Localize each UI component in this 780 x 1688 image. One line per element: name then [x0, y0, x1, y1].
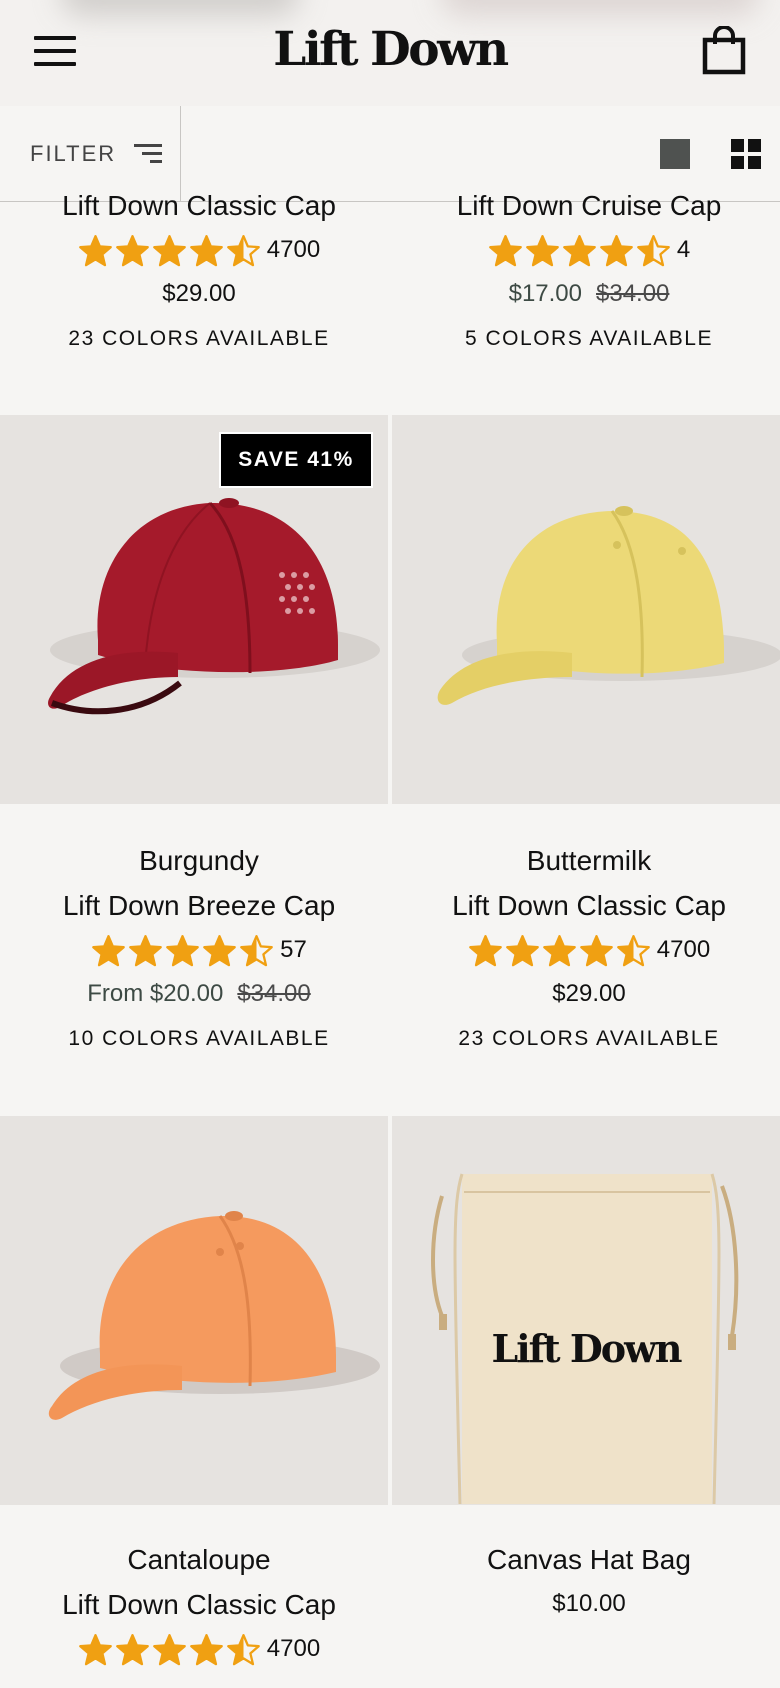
- rating-count: 57: [280, 936, 307, 963]
- product-image-buttermilk-cap[interactable]: [392, 415, 780, 804]
- colors-available: 23 COLORS AVAILABLE: [458, 1027, 720, 1050]
- sale-price: $17.00: [508, 280, 582, 307]
- filter-label: FILTER: [30, 141, 117, 166]
- star-icon: [616, 934, 650, 966]
- product-price: From $20.00 $34.00: [4, 972, 394, 1016]
- star-icon: [189, 1633, 223, 1665]
- rating-stars: [78, 1633, 263, 1666]
- rating-count: 4: [676, 236, 691, 263]
- product-info: Lift Down Classic Cap 4700 $29.00 23 COL…: [4, 183, 394, 362]
- cap-illustration: [48, 1211, 380, 1420]
- product-price: $17.00 $34.00: [394, 272, 780, 316]
- star-icon: [599, 234, 633, 266]
- rating-count: 4700: [266, 236, 321, 263]
- rating-stars: [78, 234, 263, 267]
- cart-bag-icon[interactable]: [700, 25, 748, 76]
- star-icon: [542, 934, 576, 966]
- product-info: Canvas Hat Bag $10.00: [394, 1537, 780, 1626]
- header-blur-decoration: [440, 0, 760, 16]
- star-icon: [166, 934, 199, 966]
- product-price: $29.00: [162, 280, 236, 307]
- bag-illustration: [431, 1173, 739, 1505]
- star-icon: [226, 234, 260, 266]
- product-color-name[interactable]: Buttermilk: [394, 838, 780, 883]
- product-title[interactable]: Lift Down Classic Cap: [394, 883, 780, 928]
- star-icon: [78, 234, 112, 266]
- star-icon: [636, 234, 670, 266]
- product-price: $29.00: [552, 980, 626, 1007]
- star-icon: [129, 934, 162, 966]
- filter-lines-icon: [134, 144, 163, 164]
- star-icon: [189, 234, 223, 266]
- product-info: Cantaloupe Lift Down Classic Cap 4700: [4, 1537, 394, 1671]
- product-color-name[interactable]: Burgundy: [4, 838, 394, 883]
- product-rating: 57: [4, 928, 394, 972]
- star-icon: [115, 234, 149, 266]
- star-icon: [562, 234, 596, 266]
- product-title[interactable]: Canvas Hat Bag: [394, 1537, 780, 1582]
- rating-count: 4700: [266, 1635, 321, 1662]
- compare-price: $34.00: [237, 980, 311, 1007]
- star-icon: [240, 934, 273, 966]
- product-info: Burgundy Lift Down Breeze Cap 57 From $2…: [4, 838, 394, 1062]
- star-icon: [579, 934, 613, 966]
- product-price: $10.00: [552, 1590, 626, 1617]
- single-column-view-icon[interactable]: [660, 139, 690, 169]
- save-badge: SAVE 41%: [219, 432, 373, 488]
- colors-available: 10 COLORS AVAILABLE: [68, 1027, 330, 1050]
- star-icon: [152, 1633, 186, 1665]
- star-icon: [505, 934, 539, 966]
- product-rating: 4700: [394, 928, 780, 972]
- product-rating: 4: [394, 228, 780, 272]
- colors-available: 5 COLORS AVAILABLE: [465, 327, 713, 350]
- product-info: Lift Down Cruise Cap 4 $17.00 $34.00 5 CO…: [394, 183, 780, 362]
- site-header: Lift Down: [0, 0, 780, 106]
- sale-price: From $20.00: [87, 980, 224, 1007]
- star-icon: [525, 234, 559, 266]
- star-icon: [468, 934, 502, 966]
- star-icon: [203, 934, 236, 966]
- star-icon: [78, 1633, 112, 1665]
- rating-count: 4700: [656, 936, 711, 963]
- header-blur-decoration: [60, 0, 300, 16]
- star-icon: [152, 234, 186, 266]
- product-title[interactable]: Lift Down Classic Cap: [4, 183, 394, 228]
- grid-view-icon[interactable]: [731, 139, 761, 169]
- product-info: Buttermilk Lift Down Classic Cap 4700 $2…: [394, 838, 780, 1062]
- compare-price: $34.00: [596, 280, 670, 307]
- star-icon: [115, 1633, 149, 1665]
- rating-stars: [488, 234, 673, 267]
- rating-stars: [468, 934, 653, 967]
- product-image-cantaloupe-cap[interactable]: [0, 1116, 388, 1505]
- star-icon: [226, 1633, 260, 1665]
- rating-stars: [91, 934, 276, 967]
- product-title[interactable]: Lift Down Classic Cap: [4, 1582, 394, 1627]
- site-logo[interactable]: Lift Down: [0, 22, 780, 77]
- product-color-name[interactable]: Cantaloupe: [4, 1537, 394, 1582]
- bag-logo: Lift Down: [491, 1326, 683, 1371]
- product-title[interactable]: Lift Down Cruise Cap: [394, 183, 780, 228]
- cap-illustration: [437, 506, 780, 705]
- product-image-canvas-hat-bag[interactable]: Lift Down: [392, 1116, 780, 1505]
- star-icon: [488, 234, 522, 266]
- colors-available: 23 COLORS AVAILABLE: [68, 327, 330, 350]
- product-title[interactable]: Lift Down Breeze Cap: [4, 883, 394, 928]
- product-rating: 4700: [4, 228, 394, 272]
- star-icon: [92, 934, 125, 966]
- product-rating: 4700: [4, 1627, 394, 1671]
